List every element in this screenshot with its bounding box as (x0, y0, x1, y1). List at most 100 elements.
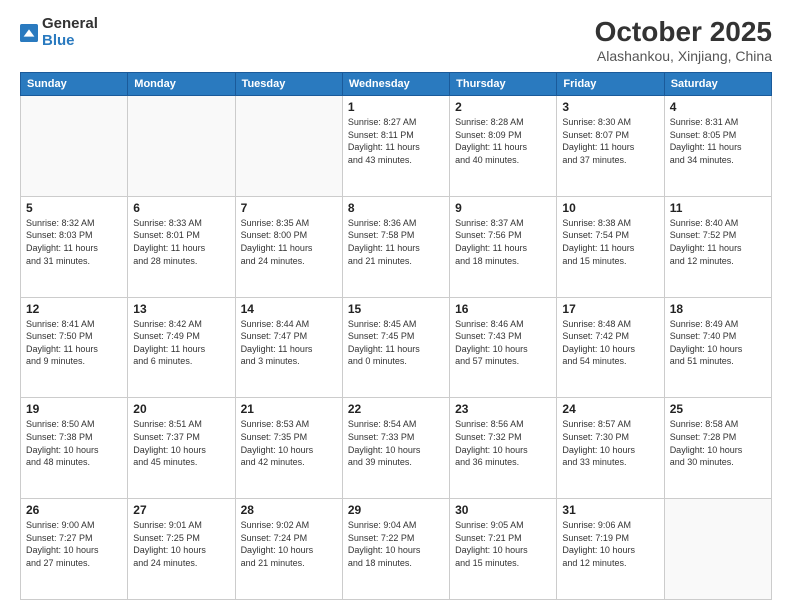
day-number: 9 (455, 201, 551, 215)
day-info: Sunrise: 8:48 AM Sunset: 7:42 PM Dayligh… (562, 318, 658, 368)
day-info: Sunrise: 8:27 AM Sunset: 8:11 PM Dayligh… (348, 116, 444, 166)
calendar-cell: 11 Sunrise: 8:40 AM Sunset: 7:52 PM Dayli… (664, 196, 771, 297)
calendar-cell: 18 Sunrise: 8:49 AM Sunset: 7:40 PM Dayli… (664, 297, 771, 398)
day-number: 15 (348, 302, 444, 316)
day-number: 3 (562, 100, 658, 114)
day-info: Sunrise: 8:53 AM Sunset: 7:35 PM Dayligh… (241, 418, 337, 468)
col-friday: Friday (557, 73, 664, 96)
calendar-cell: 9 Sunrise: 8:37 AM Sunset: 7:56 PM Daylig… (450, 196, 557, 297)
day-info: Sunrise: 9:01 AM Sunset: 7:25 PM Dayligh… (133, 519, 229, 569)
day-info: Sunrise: 8:37 AM Sunset: 7:56 PM Dayligh… (455, 217, 551, 267)
calendar-cell: 8 Sunrise: 8:36 AM Sunset: 7:58 PM Daylig… (342, 196, 449, 297)
day-number: 2 (455, 100, 551, 114)
calendar-cell: 24 Sunrise: 8:57 AM Sunset: 7:30 PM Dayli… (557, 398, 664, 499)
day-number: 6 (133, 201, 229, 215)
day-info: Sunrise: 9:05 AM Sunset: 7:21 PM Dayligh… (455, 519, 551, 569)
calendar-cell: 1Sunrise: 8:27 AM Sunset: 8:11 PM Daylig… (342, 96, 449, 197)
calendar-cell: 7 Sunrise: 8:35 AM Sunset: 8:00 PM Daylig… (235, 196, 342, 297)
day-number: 18 (670, 302, 766, 316)
calendar-cell: 22 Sunrise: 8:54 AM Sunset: 7:33 PM Dayli… (342, 398, 449, 499)
calendar-cell: 12 Sunrise: 8:41 AM Sunset: 7:50 PM Dayli… (21, 297, 128, 398)
calendar-cell: 19 Sunrise: 8:50 AM Sunset: 7:38 PM Dayli… (21, 398, 128, 499)
calendar-cell: 4 Sunrise: 8:31 AM Sunset: 8:05 PM Daylig… (664, 96, 771, 197)
calendar-week-row-3: 19 Sunrise: 8:50 AM Sunset: 7:38 PM Dayli… (21, 398, 772, 499)
col-sunday: Sunday (21, 73, 128, 96)
day-info: Sunrise: 8:42 AM Sunset: 7:49 PM Dayligh… (133, 318, 229, 368)
day-info: Sunrise: 9:04 AM Sunset: 7:22 PM Dayligh… (348, 519, 444, 569)
day-info: Sunrise: 8:44 AM Sunset: 7:47 PM Dayligh… (241, 318, 337, 368)
day-info: Sunrise: 8:31 AM Sunset: 8:05 PM Dayligh… (670, 116, 766, 166)
col-monday: Monday (128, 73, 235, 96)
calendar-header-row: Sunday Monday Tuesday Wednesday Thursday… (21, 73, 772, 96)
calendar-cell (235, 96, 342, 197)
day-info: Sunrise: 9:06 AM Sunset: 7:19 PM Dayligh… (562, 519, 658, 569)
day-number: 10 (562, 201, 658, 215)
day-info: Sunrise: 8:41 AM Sunset: 7:50 PM Dayligh… (26, 318, 122, 368)
calendar-cell: 14 Sunrise: 8:44 AM Sunset: 7:47 PM Dayli… (235, 297, 342, 398)
calendar-cell: 10Sunrise: 8:38 AM Sunset: 7:54 PM Dayli… (557, 196, 664, 297)
calendar-cell: 13 Sunrise: 8:42 AM Sunset: 7:49 PM Dayli… (128, 297, 235, 398)
calendar-week-row-2: 12 Sunrise: 8:41 AM Sunset: 7:50 PM Dayli… (21, 297, 772, 398)
day-info: Sunrise: 8:28 AM Sunset: 8:09 PM Dayligh… (455, 116, 551, 166)
day-number: 22 (348, 402, 444, 416)
day-number: 16 (455, 302, 551, 316)
day-number: 11 (670, 201, 766, 215)
day-number: 8 (348, 201, 444, 215)
calendar-cell: 29 Sunrise: 9:04 AM Sunset: 7:22 PM Dayli… (342, 499, 449, 600)
calendar-cell (128, 96, 235, 197)
calendar-cell: 5 Sunrise: 8:32 AM Sunset: 8:03 PM Daylig… (21, 196, 128, 297)
day-number: 29 (348, 503, 444, 517)
day-info: Sunrise: 8:54 AM Sunset: 7:33 PM Dayligh… (348, 418, 444, 468)
day-info: Sunrise: 8:45 AM Sunset: 7:45 PM Dayligh… (348, 318, 444, 368)
day-info: Sunrise: 8:57 AM Sunset: 7:30 PM Dayligh… (562, 418, 658, 468)
calendar-cell: 23 Sunrise: 8:56 AM Sunset: 7:32 PM Dayli… (450, 398, 557, 499)
day-number: 4 (670, 100, 766, 114)
calendar-cell: 30 Sunrise: 9:05 AM Sunset: 7:21 PM Dayli… (450, 499, 557, 600)
logo-text: General Blue (42, 16, 98, 49)
calendar-cell: 28Sunrise: 9:02 AM Sunset: 7:24 PM Dayli… (235, 499, 342, 600)
calendar-cell: 21 Sunrise: 8:53 AM Sunset: 7:35 PM Dayli… (235, 398, 342, 499)
day-number: 25 (670, 402, 766, 416)
day-number: 5 (26, 201, 122, 215)
day-number: 19 (26, 402, 122, 416)
day-info: Sunrise: 8:56 AM Sunset: 7:32 PM Dayligh… (455, 418, 551, 468)
day-number: 14 (241, 302, 337, 316)
calendar-cell: 17Sunrise: 8:48 AM Sunset: 7:42 PM Dayli… (557, 297, 664, 398)
calendar-cell: 15 Sunrise: 8:45 AM Sunset: 7:45 PM Dayli… (342, 297, 449, 398)
calendar-cell: 3 Sunrise: 8:30 AM Sunset: 8:07 PM Daylig… (557, 96, 664, 197)
calendar-cell (21, 96, 128, 197)
calendar-cell: 27Sunrise: 9:01 AM Sunset: 7:25 PM Dayli… (128, 499, 235, 600)
calendar-week-row-4: 26Sunrise: 9:00 AM Sunset: 7:27 PM Dayli… (21, 499, 772, 600)
day-number: 30 (455, 503, 551, 517)
top-section: General Blue October 2025 Alashankou, Xi… (20, 16, 772, 64)
calendar-cell: 26Sunrise: 9:00 AM Sunset: 7:27 PM Dayli… (21, 499, 128, 600)
day-info: Sunrise: 8:51 AM Sunset: 7:37 PM Dayligh… (133, 418, 229, 468)
logo: General Blue (20, 16, 98, 49)
calendar-week-row-1: 5 Sunrise: 8:32 AM Sunset: 8:03 PM Daylig… (21, 196, 772, 297)
calendar-cell: 25Sunrise: 8:58 AM Sunset: 7:28 PM Dayli… (664, 398, 771, 499)
calendar-cell (664, 499, 771, 600)
day-info: Sunrise: 8:46 AM Sunset: 7:43 PM Dayligh… (455, 318, 551, 368)
month-title: October 2025 (595, 16, 772, 48)
day-number: 21 (241, 402, 337, 416)
calendar-cell: 2 Sunrise: 8:28 AM Sunset: 8:09 PM Daylig… (450, 96, 557, 197)
logo-icon (20, 24, 38, 42)
calendar-cell: 31Sunrise: 9:06 AM Sunset: 7:19 PM Dayli… (557, 499, 664, 600)
day-number: 23 (455, 402, 551, 416)
page: General Blue October 2025 Alashankou, Xi… (0, 0, 792, 612)
day-number: 20 (133, 402, 229, 416)
day-info: Sunrise: 8:30 AM Sunset: 8:07 PM Dayligh… (562, 116, 658, 166)
day-info: Sunrise: 8:49 AM Sunset: 7:40 PM Dayligh… (670, 318, 766, 368)
calendar-week-row-0: 1Sunrise: 8:27 AM Sunset: 8:11 PM Daylig… (21, 96, 772, 197)
day-info: Sunrise: 8:36 AM Sunset: 7:58 PM Dayligh… (348, 217, 444, 267)
day-info: Sunrise: 8:32 AM Sunset: 8:03 PM Dayligh… (26, 217, 122, 267)
day-info: Sunrise: 8:50 AM Sunset: 7:38 PM Dayligh… (26, 418, 122, 468)
day-info: Sunrise: 8:33 AM Sunset: 8:01 PM Dayligh… (133, 217, 229, 267)
day-number: 24 (562, 402, 658, 416)
title-section: October 2025 Alashankou, Xinjiang, China (595, 16, 772, 64)
day-info: Sunrise: 8:35 AM Sunset: 8:00 PM Dayligh… (241, 217, 337, 267)
day-info: Sunrise: 8:40 AM Sunset: 7:52 PM Dayligh… (670, 217, 766, 267)
day-number: 12 (26, 302, 122, 316)
day-number: 13 (133, 302, 229, 316)
day-number: 7 (241, 201, 337, 215)
